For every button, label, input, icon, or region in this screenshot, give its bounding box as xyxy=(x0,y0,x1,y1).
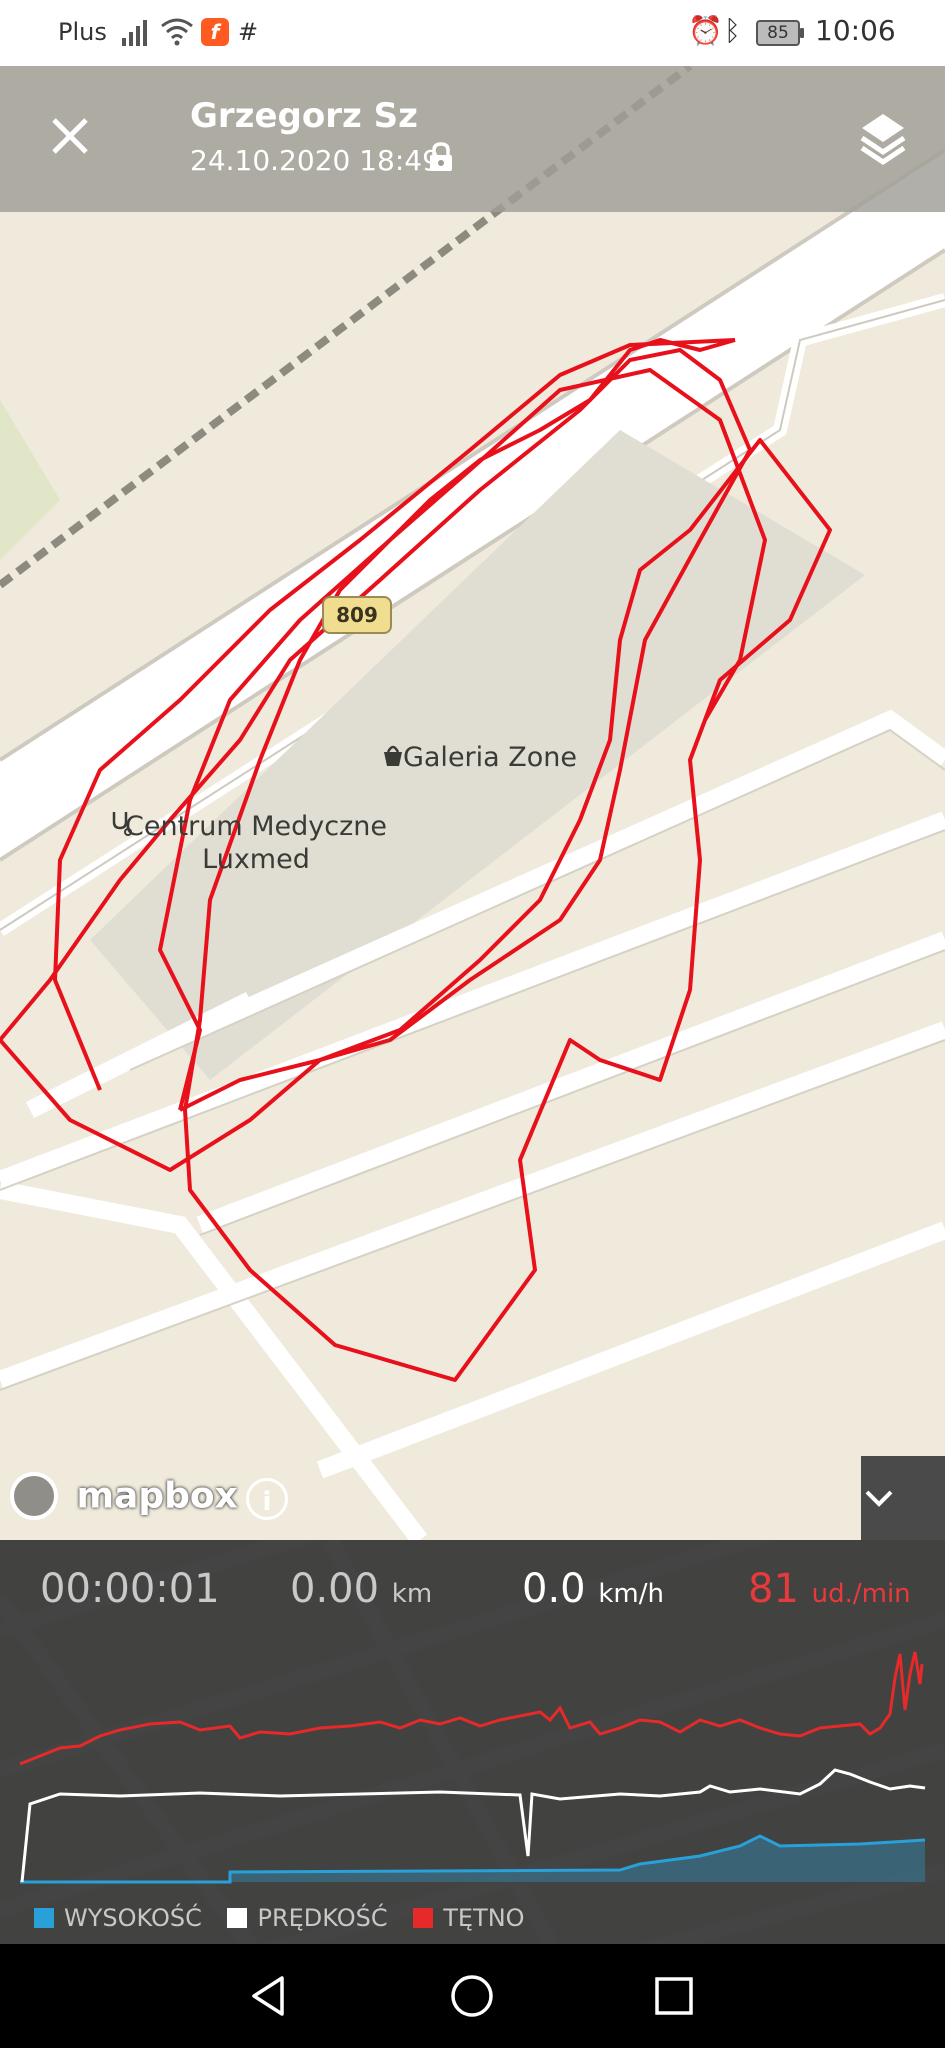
speed-stat: 0.0 km/h xyxy=(522,1566,664,1612)
poi-centrum-medyczne-luxmed[interactable]: Centrum Medyczne Luxmed xyxy=(108,810,404,876)
app-notification-icon: f xyxy=(201,18,229,46)
altitude-area xyxy=(20,1836,925,1882)
activity-graph[interactable] xyxy=(0,1624,945,1894)
layers-icon[interactable] xyxy=(858,110,908,166)
speed-value: 0.0 xyxy=(522,1566,586,1612)
home-icon[interactable] xyxy=(448,1972,496,2020)
shopping-bag-icon xyxy=(384,745,402,766)
status-bar: Plus f # ⏰ ᛒ 85 10:06 xyxy=(0,0,945,66)
legend-altitude-label: WYSOKOŚĆ xyxy=(64,1904,202,1932)
heart-rate-swatch xyxy=(413,1908,434,1928)
lock-icon xyxy=(430,142,452,171)
system-nav-bar xyxy=(0,1944,945,2048)
legend-heart-rate[interactable]: TĘTNO xyxy=(413,1904,525,1932)
altitude-swatch xyxy=(34,1908,54,1928)
distance-stat: 0.00 km xyxy=(290,1566,432,1612)
collapse-panel-button[interactable] xyxy=(861,1456,945,1540)
legend-altitude[interactable]: WYSOKOŚĆ xyxy=(34,1904,209,1932)
activity-datetime: 24.10.2020 18:49 xyxy=(190,144,440,177)
stats-panel: 00:00:01 0.00 km 0.0 km/h 81 ud./min WYS… xyxy=(0,1540,945,1944)
map-view[interactable]: 809 Galeria Zone Centrum Medyczne Luxmed… xyxy=(0,66,945,1540)
clock: 10:06 xyxy=(815,14,896,47)
legend-speed[interactable]: PRĘDKOŚĆ xyxy=(227,1904,395,1932)
speed-swatch xyxy=(227,1908,248,1928)
distance-value: 0.00 xyxy=(290,1566,380,1612)
heart-rate-value: 81 xyxy=(748,1566,799,1612)
header-bar: Grzegorz Sz 24.10.2020 18:49 xyxy=(0,66,945,212)
wifi-icon xyxy=(161,18,193,46)
attribution-label: mapbox xyxy=(76,1475,238,1517)
legend-heart-rate-label: TĘTNO xyxy=(443,1904,525,1932)
back-icon[interactable] xyxy=(246,1972,294,2020)
map-canvas xyxy=(0,66,945,1540)
battery-icon: 85 xyxy=(756,20,804,46)
duration-value: 00:00:01 xyxy=(40,1566,220,1612)
chevron-down-icon xyxy=(865,1490,893,1507)
slack-icon: # xyxy=(238,18,259,46)
heart-rate-line xyxy=(19,1651,924,1766)
poi-galeria-zone[interactable]: Galeria Zone xyxy=(380,742,600,773)
recents-icon[interactable] xyxy=(650,1972,698,2020)
carrier-label: Plus xyxy=(58,18,107,46)
close-icon xyxy=(52,118,88,154)
road-number-badge: 809 xyxy=(322,596,392,634)
stethoscope-icon xyxy=(112,812,132,836)
mapbox-logo[interactable]: mapbox xyxy=(10,1472,238,1528)
poi-label: Centrum Medyczne Luxmed xyxy=(124,811,388,875)
signal-icon xyxy=(122,20,147,46)
speed-unit: km/h xyxy=(598,1579,664,1609)
close-button[interactable] xyxy=(50,116,90,164)
bluetooth-icon: ᛒ xyxy=(724,14,741,47)
heart-rate-stat: 81 ud./min xyxy=(748,1566,911,1612)
legend-speed-label: PRĘDKOŚĆ xyxy=(257,1904,388,1932)
mapbox-icon xyxy=(10,1472,58,1520)
info-icon[interactable]: i xyxy=(246,1478,288,1520)
graph-legend: WYSOKOŚĆ PRĘDKOŚĆ TĘTNO xyxy=(34,1904,543,1932)
distance-unit: km xyxy=(391,1579,433,1609)
heart-rate-unit: ud./min xyxy=(811,1579,911,1609)
alarm-icon: ⏰ xyxy=(688,14,723,47)
user-name: Grzegorz Sz xyxy=(190,96,418,136)
poi-label: Galeria Zone xyxy=(402,742,578,773)
duration-stat: 00:00:01 xyxy=(40,1566,220,1612)
